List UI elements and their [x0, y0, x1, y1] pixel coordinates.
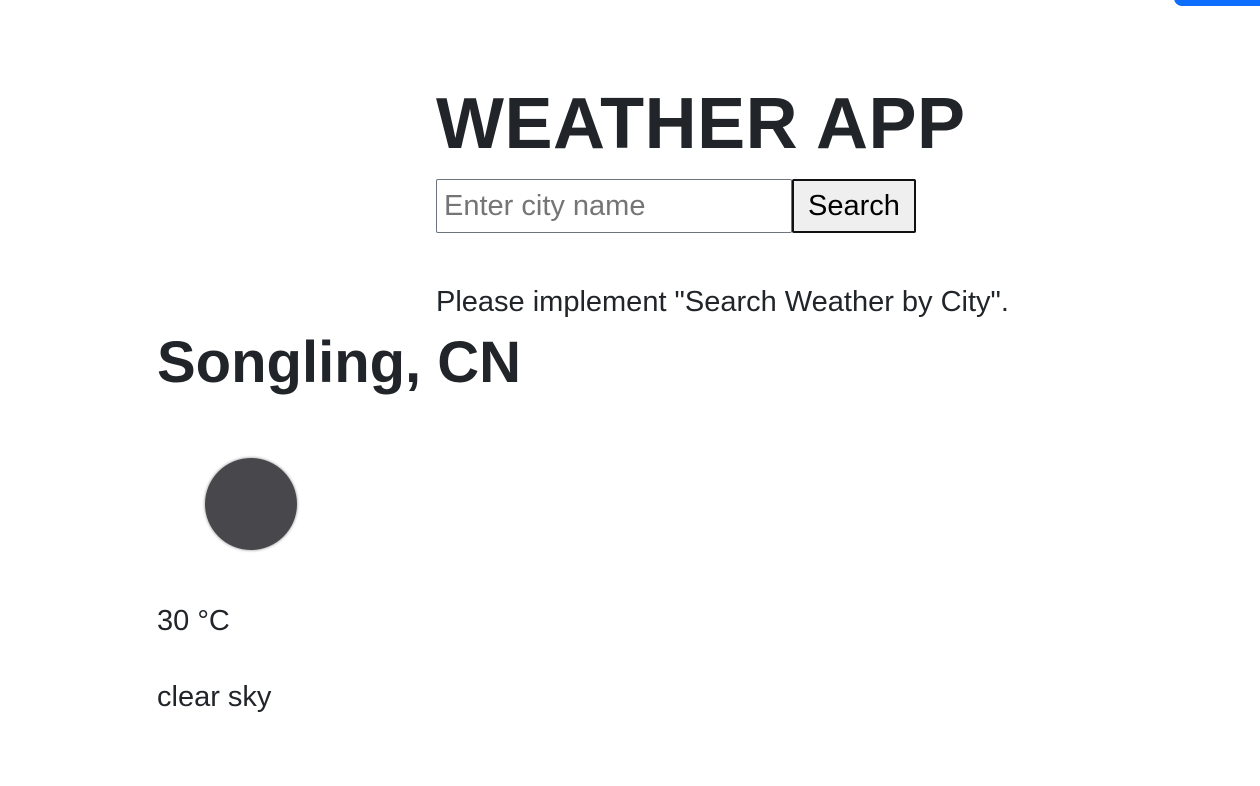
search-form: Search — [436, 179, 1116, 233]
search-button[interactable]: Search — [792, 179, 916, 233]
temperature-value: 30 °C — [157, 605, 230, 637]
corner-accent-button[interactable] — [1174, 0, 1260, 6]
implementation-notice: Please implement "Search Weather by City… — [436, 286, 1009, 318]
app-title: WEATHER APP — [436, 84, 966, 164]
city-search-input[interactable] — [436, 179, 792, 233]
weather-result: Songling, CN 30 °C clear sky — [157, 328, 657, 713]
weather-icon — [205, 458, 297, 550]
weather-app-page: WEATHER APP Search Please implement "Sea… — [0, 0, 1260, 786]
app-header: WEATHER APP Search — [436, 84, 1116, 233]
city-name: Songling, CN — [157, 330, 522, 395]
weather-description: clear sky — [157, 681, 272, 713]
